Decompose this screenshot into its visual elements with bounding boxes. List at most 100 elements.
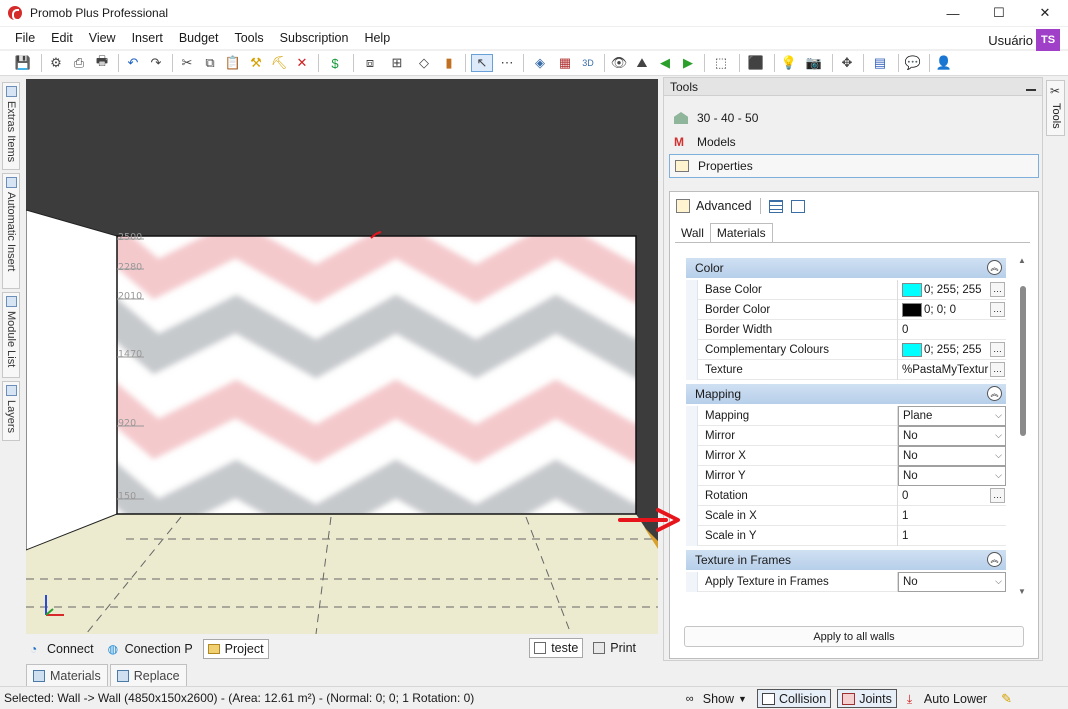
table-view-icon[interactable] [790, 199, 805, 213]
door-icon[interactable]: ▮ [440, 54, 458, 72]
hammer-icon[interactable]: ⚒ [247, 54, 265, 72]
paste-icon[interactable]: 📋 [224, 54, 242, 72]
tab-tools[interactable]: ✂ Tools [1046, 80, 1065, 136]
scroll-up-icon[interactable]: ▲ [1018, 256, 1026, 265]
joints-toggle[interactable]: Joints [837, 689, 897, 708]
tab-print[interactable]: Print [589, 638, 640, 658]
delete-icon[interactable]: ✕ [293, 54, 311, 72]
layers-icon[interactable]: ◈ [529, 54, 551, 72]
undo-icon[interactable]: ↶ [124, 54, 142, 72]
mapping-select[interactable]: Plane ⌵ [898, 406, 1006, 426]
move-icon[interactable]: ✥ [838, 54, 856, 72]
category-mapping[interactable]: Mapping ︽ [686, 384, 1006, 404]
scroll-thumb[interactable] [1020, 286, 1026, 436]
collapse-icon[interactable]: ︽ [987, 552, 1002, 567]
menu-help[interactable]: Help [356, 31, 398, 45]
arrow-right-icon[interactable]: ▶ [679, 54, 697, 72]
measure-icon[interactable]: ⋯ [498, 54, 516, 72]
show-dropdown[interactable]: ∞ Show ▼ [682, 689, 751, 708]
categorized-view-icon[interactable] [768, 199, 783, 213]
mirror-x-select[interactable]: No ⌵ [898, 446, 1006, 466]
render-icon[interactable]: ⚙ [47, 54, 65, 72]
elevation-icon[interactable]: ▦ [556, 54, 574, 72]
user-avatar[interactable]: TS [1036, 29, 1060, 51]
property-scrollbar[interactable]: ▲ ▼ [1017, 256, 1028, 596]
ellipsis-button[interactable]: … [990, 301, 1005, 317]
redo-icon[interactable]: ↷ [147, 54, 165, 72]
tools-item-30-40-50[interactable]: 30 - 40 - 50 [669, 106, 1039, 130]
scale-y-input[interactable]: 1 [898, 526, 1006, 546]
eye-icon[interactable]: 👁 [610, 54, 628, 72]
scroll-down-icon[interactable]: ▼ [1018, 587, 1026, 596]
ellipsis-button[interactable]: … [990, 341, 1005, 357]
minimize-button[interactable]: — [930, 0, 976, 26]
apply-texture-select[interactable]: No ⌵ [898, 572, 1006, 592]
tab-replace[interactable]: Replace [109, 664, 187, 686]
tab-module-list[interactable]: Module List [2, 292, 20, 378]
box-icon[interactable]: ⬛ [745, 54, 767, 72]
align-icon[interactable]: ⊞ [386, 54, 408, 72]
paint-icon[interactable]: ⛏ [270, 54, 288, 72]
shape-icon[interactable]: ◇ [413, 54, 435, 72]
tab-automatic-insert[interactable]: Automatic Insert [2, 173, 20, 289]
select-pointer-icon[interactable]: ↖ [471, 54, 493, 72]
menu-insert[interactable]: Insert [124, 31, 171, 45]
chat-icon[interactable]: 💬 [904, 54, 922, 72]
color-palette-icon[interactable]: ▤ [869, 54, 891, 72]
tab-connect[interactable]: ◔ Connect [26, 639, 98, 659]
menu-budget[interactable]: Budget [171, 31, 227, 45]
tab-layers[interactable]: Layers [2, 381, 20, 441]
camera-icon[interactable]: 📷 [803, 54, 825, 72]
category-color[interactable]: Color ︽ [686, 258, 1006, 278]
apply-to-all-walls-button[interactable]: Apply to all walls [684, 626, 1024, 647]
tab-project[interactable]: Project [202, 639, 269, 659]
mirror-y-select[interactable]: No ⌵ [898, 466, 1006, 486]
print-preview-icon[interactable]: ⎙ [70, 54, 88, 72]
cut-icon[interactable]: ✂ [178, 54, 196, 72]
front-wall-texture[interactable] [86, 219, 658, 524]
pencil-tool[interactable]: ✎ [997, 689, 1016, 708]
pin-icon[interactable] [1026, 81, 1036, 91]
account-icon[interactable]: 👤 [935, 54, 953, 72]
category-texture-in-frames[interactable]: Texture in Frames ︽ [686, 550, 1006, 570]
scene-canvas[interactable]: 2500 2280 2010 1470 920 150 [26, 79, 658, 634]
collapse-icon[interactable]: ︽ [987, 260, 1002, 275]
scale-x-input[interactable]: 1 [898, 506, 1006, 526]
subtab-materials[interactable]: Materials [709, 223, 773, 243]
collapse-icon[interactable]: ︽ [987, 386, 1002, 401]
view-3d-icon[interactable]: 3D [579, 54, 597, 72]
tab-materials[interactable]: Materials [26, 664, 108, 686]
tools-item-models[interactable]: M Models [669, 130, 1039, 154]
auto-lower-toggle[interactable]: ⤓ Auto Lower [903, 689, 991, 708]
ellipsis-button[interactable]: … [990, 487, 1005, 503]
menu-edit[interactable]: Edit [43, 31, 81, 45]
maximize-button[interactable]: ☐ [976, 0, 1022, 26]
close-button[interactable]: ✕ [1022, 0, 1068, 26]
tab-extras-items[interactable]: Extras Items [2, 82, 20, 170]
budget-icon[interactable]: $ [324, 54, 346, 72]
color-swatch[interactable] [902, 302, 922, 317]
menu-subscription[interactable]: Subscription [272, 31, 357, 45]
menu-file[interactable]: File [7, 31, 43, 45]
subtab-wall[interactable]: Wall [675, 223, 710, 243]
arrow-left-icon[interactable]: ◀ [656, 54, 674, 72]
tab-teste[interactable]: teste [529, 638, 584, 658]
ellipsis-button[interactable]: … [990, 281, 1005, 297]
scene-icon[interactable]: ⛰ [633, 54, 651, 72]
copy-icon[interactable]: ⧉ [201, 54, 219, 72]
3d-viewport[interactable]: 2500 2280 2010 1470 920 150 [26, 79, 658, 634]
color-swatch[interactable] [902, 282, 922, 297]
color-swatch[interactable] [902, 342, 922, 357]
group-icon[interactable]: ⧈ [359, 54, 381, 72]
left-wall[interactable] [26, 209, 118, 551]
tools-item-properties[interactable]: Properties [669, 154, 1039, 178]
print-icon[interactable]: 🖶 [93, 53, 111, 72]
advanced-button[interactable]: Advanced [696, 199, 752, 213]
menu-tools[interactable]: Tools [226, 31, 271, 45]
tab-conection-p[interactable]: ◍ Conection P [104, 639, 197, 659]
menu-view[interactable]: View [81, 31, 124, 45]
ellipsis-button[interactable]: … [990, 361, 1005, 377]
save-icon[interactable]: 💾 [12, 54, 34, 72]
collision-toggle[interactable]: Collision [756, 689, 832, 708]
mirror-select[interactable]: No ⌵ [898, 426, 1006, 446]
